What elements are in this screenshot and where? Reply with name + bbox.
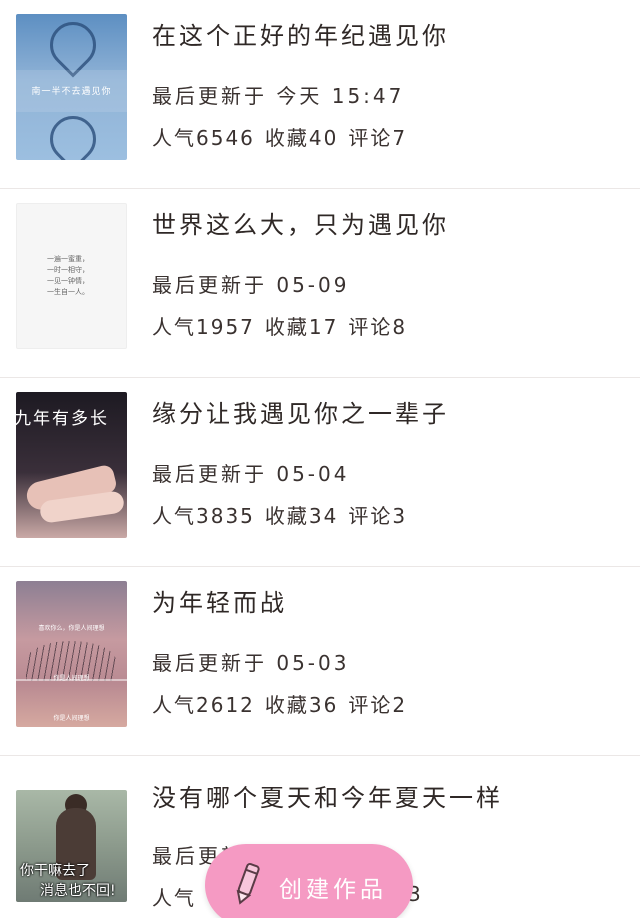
comments-count: 评论8	[348, 315, 408, 339]
work-thumbnail[interactable]: 喜欢你么，你是人间理想 你是人间理想 你是人间理想	[16, 581, 127, 727]
thumb-caption: 你是人间理想	[53, 715, 90, 722]
thumb-caption: 九年有多长	[16, 409, 109, 429]
stats: 人气2612 收藏36 评论2	[152, 689, 417, 718]
comments-count: 评论7	[348, 126, 408, 150]
popularity-count: 人气6546	[152, 126, 255, 150]
favorites-count: 收藏17	[264, 315, 339, 339]
stats: 人气3835 收藏34 评论3	[152, 500, 417, 529]
thumb-caption: 一遍一蜜重， 一时一相守， 一见一钟情， 一生自一人。	[47, 255, 89, 296]
stats: 人气6546 收藏40 评论7	[152, 122, 417, 151]
create-work-label: 创建作品	[279, 877, 387, 903]
work-thumbnail[interactable]: 南一半不去遇见你	[16, 14, 127, 160]
updated-time: 最后更新于 05-03	[152, 651, 350, 675]
work-thumbnail[interactable]: 九年有多长	[16, 392, 127, 538]
updated-time: 最后更新于 05-09	[152, 273, 350, 297]
favorites-count: 收藏36	[264, 693, 339, 717]
work-thumbnail[interactable]: 你干嘛去了 消息也不回!	[16, 790, 127, 902]
thumb-caption: 你干嘛去了	[20, 863, 90, 879]
pencil-icon	[236, 862, 260, 905]
works-list: 南一半不去遇见你 在这个正好的年纪遇见你 最后更新于 今天 15:47 人气65…	[0, 0, 640, 918]
popularity-count: 人气	[152, 886, 196, 910]
list-item[interactable]: 九年有多长 缘分让我遇见你之一辈子 最后更新于 05-04 人气3835 收藏34…	[0, 378, 640, 567]
thumb-caption: 喜欢你么，你是人间理想	[38, 625, 105, 632]
list-item[interactable]: 一遍一蜜重， 一时一相守， 一见一钟情， 一生自一人。 世界这么大，只为遇见你 …	[0, 189, 640, 378]
popularity-count: 人气3835	[152, 504, 255, 528]
work-title[interactable]: 在这个正好的年纪遇见你	[152, 16, 449, 51]
updated-time: 最后更新于 05-04	[152, 462, 350, 486]
thumb-band	[16, 679, 127, 681]
create-work-button[interactable]: 创建作品	[205, 844, 413, 918]
favorites-count: 收藏40	[264, 126, 339, 150]
list-item[interactable]: 喜欢你么，你是人间理想 你是人间理想 你是人间理想 为年轻而战 最后更新于 05…	[0, 567, 640, 756]
thumb-caption: 消息也不回!	[40, 883, 116, 899]
work-thumbnail[interactable]: 一遍一蜜重， 一时一相守， 一见一钟情， 一生自一人。	[16, 203, 127, 349]
work-title[interactable]: 世界这么大，只为遇见你	[152, 205, 449, 240]
comments-count: 评论3	[348, 504, 408, 528]
hands-heart-icon	[40, 14, 106, 78]
hands-heart-icon	[40, 106, 106, 160]
popularity-count: 人气2612	[152, 693, 255, 717]
thumb-caption: 南一半不去遇见你	[31, 87, 112, 97]
work-title[interactable]: 为年轻而战	[152, 583, 287, 618]
work-title[interactable]: 缘分让我遇见你之一辈子	[152, 394, 449, 429]
work-title[interactable]: 没有哪个夏天和今年夏天一样	[152, 778, 503, 813]
favorites-count: 收藏34	[264, 504, 339, 528]
stats: 人气1957 收藏17 评论8	[152, 311, 417, 340]
updated-time: 最后更新于 今天 15:47	[152, 84, 405, 108]
popularity-count: 人气1957	[152, 315, 255, 339]
list-item[interactable]: 南一半不去遇见你 在这个正好的年纪遇见你 最后更新于 今天 15:47 人气65…	[0, 0, 640, 189]
comments-count: 评论2	[348, 693, 408, 717]
